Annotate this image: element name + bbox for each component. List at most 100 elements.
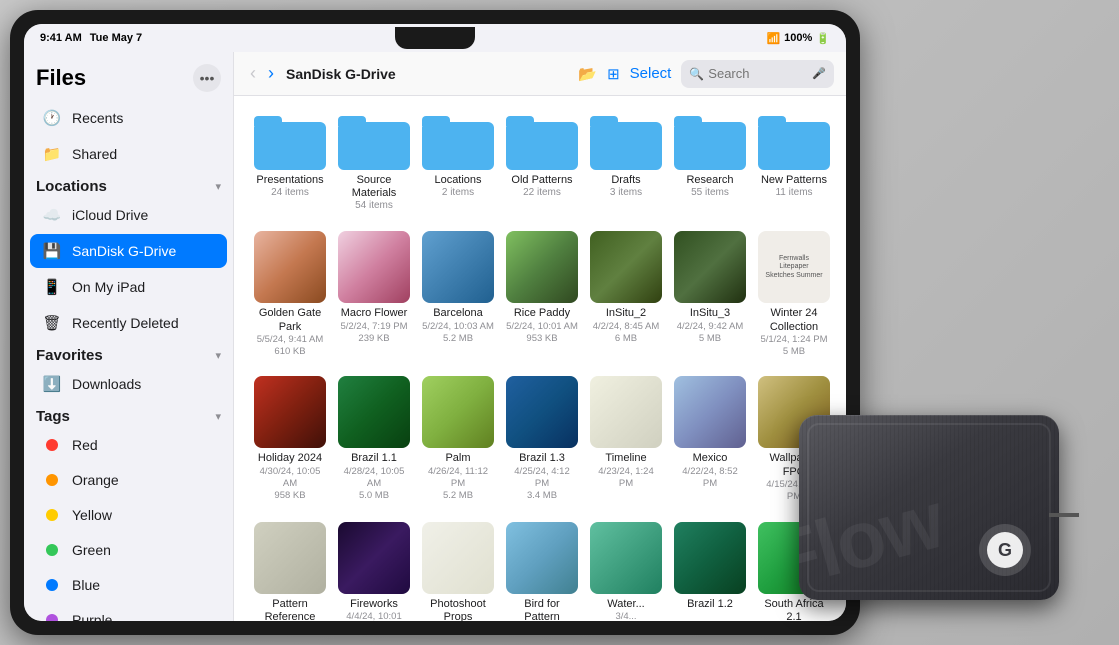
file-name: Bird for Pattern xyxy=(506,598,578,622)
file-item[interactable]: Fireworks 4/4/24, 10:01 PM378 KB xyxy=(334,518,414,622)
sidebar-item-tag-purple[interactable]: Purple xyxy=(30,603,227,621)
favorites-section-header[interactable]: Favorites ▾ xyxy=(24,341,233,366)
file-item[interactable]: Mexico 4/22/24, 8:52 PM xyxy=(670,372,750,507)
file-thumbnail xyxy=(674,522,746,594)
file-item[interactable]: Palm 4/26/24, 11:12 PM5.2 MB xyxy=(418,372,498,507)
folder-item[interactable]: Presentations 24 items xyxy=(250,108,330,215)
file-item[interactable]: Macro Flower 5/2/24, 7:19 PM239 KB xyxy=(334,227,414,362)
icloud-label: iCloud Drive xyxy=(72,207,215,223)
grid-view-button[interactable]: ⊞ xyxy=(607,65,620,83)
file-item[interactable]: Photoshoot Props 3/21/24, 6:34 PM287 KB xyxy=(418,518,498,622)
sidebar-item-tag-red[interactable]: Red xyxy=(30,428,227,462)
file-item[interactable]: Rice Paddy 5/2/24, 10:01 AM953 KB xyxy=(502,227,582,362)
folder-item[interactable]: Source Materials 54 items xyxy=(334,108,414,215)
file-thumbnail xyxy=(590,376,662,448)
status-time: 9:41 AM xyxy=(40,32,82,44)
select-button[interactable]: Select xyxy=(630,65,672,82)
locations-section-header[interactable]: Locations ▾ xyxy=(24,172,233,197)
folder-item[interactable]: Old Patterns 22 items xyxy=(502,108,582,215)
sidebar-item-recents[interactable]: 🕐 Recents xyxy=(30,101,227,135)
ipad-icon: 📱 xyxy=(42,277,62,297)
trash-icon: 🗑 xyxy=(42,313,62,333)
gdrive-g-icon: G xyxy=(998,540,1012,561)
ipad-frame: 9:41 AM Tue May 7 📶 100% 🔋 Files ••• xyxy=(10,10,860,635)
status-date: Tue May 7 xyxy=(90,32,142,44)
file-thumbnail xyxy=(254,522,326,594)
content-grid: Presentations 24 items Source Materials … xyxy=(234,96,846,621)
file-name: InSitu_2 xyxy=(606,307,646,320)
file-item[interactable]: Bird for Pattern 3/18/24, 1:57 PM849 KB xyxy=(502,518,582,622)
folder-item[interactable]: Locations 2 items xyxy=(418,108,498,215)
sidebar-item-icloud[interactable]: ☁️ iCloud Drive xyxy=(30,198,227,232)
tag-color-dot xyxy=(42,505,62,525)
tag-color-dot xyxy=(42,610,62,621)
file-name: Palm xyxy=(445,452,470,465)
sidebar-item-tag-green[interactable]: Green xyxy=(30,533,227,567)
grid-icon: ⊞ xyxy=(607,65,620,83)
folder-body xyxy=(338,122,410,170)
tag-label: Green xyxy=(72,542,215,558)
file-item[interactable]: Pattern Reference 4/10/24, 1:23 PM51 KB xyxy=(250,518,330,622)
status-right: 📶 100% 🔋 xyxy=(766,32,830,45)
locations-section-label: Locations xyxy=(36,178,107,195)
file-name: Winter 24 Collection xyxy=(758,307,830,333)
main-area: ‹ › SanDisk G-Drive 📂 ⊞ xyxy=(234,52,846,621)
file-meta: 4/2/24, 9:42 AM5 MB xyxy=(677,321,744,346)
folder-item[interactable]: New Patterns 11 items xyxy=(754,108,834,215)
file-thumbnail xyxy=(338,231,410,303)
file-item[interactable]: InSitu_2 4/2/24, 8:45 AM6 MB xyxy=(586,227,666,362)
folder-count: 22 items xyxy=(523,187,561,198)
file-item[interactable]: Barcelona 5/2/24, 10:03 AM5.2 MB xyxy=(418,227,498,362)
file-item[interactable]: InSitu_3 4/2/24, 9:42 AM5 MB xyxy=(670,227,750,362)
file-item[interactable]: Holiday 2024 4/30/24, 10:05 AM958 KB xyxy=(250,372,330,507)
folder-name: New Patterns xyxy=(761,174,827,187)
file-meta: 5/2/24, 10:03 AM5.2 MB xyxy=(422,321,494,346)
sidebar-item-tag-orange[interactable]: Orange xyxy=(30,463,227,497)
sidebar-item-downloads[interactable]: ⬇️ Downloads xyxy=(30,367,227,401)
search-input[interactable] xyxy=(708,66,808,81)
file-item[interactable]: Brazil 1.3 4/25/24, 4:12 PM3.4 MB xyxy=(502,372,582,507)
folder-icon xyxy=(590,112,662,170)
file-meta: 5/1/24, 1:24 PM5 MB xyxy=(760,334,827,359)
file-item[interactable]: Fernwalls Litepaper Sketches Summer Wint… xyxy=(754,227,834,362)
back-button[interactable]: ‹ xyxy=(246,61,260,86)
folder-add-button[interactable]: 📂 xyxy=(578,65,597,83)
file-name: Golden Gate Park xyxy=(254,307,326,333)
file-thumbnail xyxy=(674,376,746,448)
forward-button[interactable]: › xyxy=(264,61,278,86)
folder-name: Research xyxy=(686,174,733,187)
sidebar: Files ••• 🕐 Recents 📁 Shared Locations ▾ xyxy=(24,52,234,621)
sidebar-item-recently-deleted[interactable]: 🗑 Recently Deleted xyxy=(30,306,227,340)
file-item[interactable]: Brazil 1.1 4/28/24, 10:05 AM5.0 MB xyxy=(334,372,414,507)
file-thumbnail xyxy=(338,376,410,448)
folder-count: 11 items xyxy=(775,187,812,198)
file-meta: 5/2/24, 7:19 PM239 KB xyxy=(340,321,407,346)
file-item[interactable]: Water... 3/4... xyxy=(586,518,666,622)
folder-body xyxy=(590,122,662,170)
sidebar-item-tag-yellow[interactable]: Yellow xyxy=(30,498,227,532)
sidebar-item-sandisk[interactable]: 💾 SanDisk G-Drive xyxy=(30,234,227,268)
folder-name: Presentations xyxy=(256,174,323,187)
file-name: Photoshoot Props xyxy=(422,598,494,622)
tags-list: Red Orange Yellow Green Blue Purple Gray xyxy=(24,427,233,621)
folder-item[interactable]: Research 55 items xyxy=(670,108,750,215)
status-bar: 9:41 AM Tue May 7 📶 100% 🔋 xyxy=(24,24,846,52)
file-item[interactable]: Timeline 4/23/24, 1:24 PM xyxy=(586,372,666,507)
file-meta: 4/2/24, 8:45 AM6 MB xyxy=(593,321,660,346)
tags-section-header[interactable]: Tags ▾ xyxy=(24,402,233,427)
sidebar-item-on-my-ipad[interactable]: 📱 On My iPad xyxy=(30,270,227,304)
folder-body xyxy=(506,122,578,170)
folder-icon xyxy=(758,112,830,170)
folder-name: Drafts xyxy=(611,174,640,187)
sidebar-item-tag-blue[interactable]: Blue xyxy=(30,568,227,602)
search-bar[interactable]: 🔍 🎤 xyxy=(681,60,834,88)
file-item[interactable]: Golden Gate Park 5/5/24, 9:41 AM610 KB xyxy=(250,227,330,362)
sidebar-more-button[interactable]: ••• xyxy=(193,64,221,92)
file-meta: 4/22/24, 8:52 PM xyxy=(674,466,746,491)
file-item[interactable]: Brazil 1.2 xyxy=(670,518,750,622)
gdrive-logo: G xyxy=(979,524,1031,576)
folder-item[interactable]: Drafts 3 items xyxy=(586,108,666,215)
sidebar-item-shared[interactable]: 📁 Shared xyxy=(30,137,227,171)
file-meta: 4/30/24, 10:05 AM958 KB xyxy=(254,466,326,503)
tag-color-dot xyxy=(42,540,62,560)
